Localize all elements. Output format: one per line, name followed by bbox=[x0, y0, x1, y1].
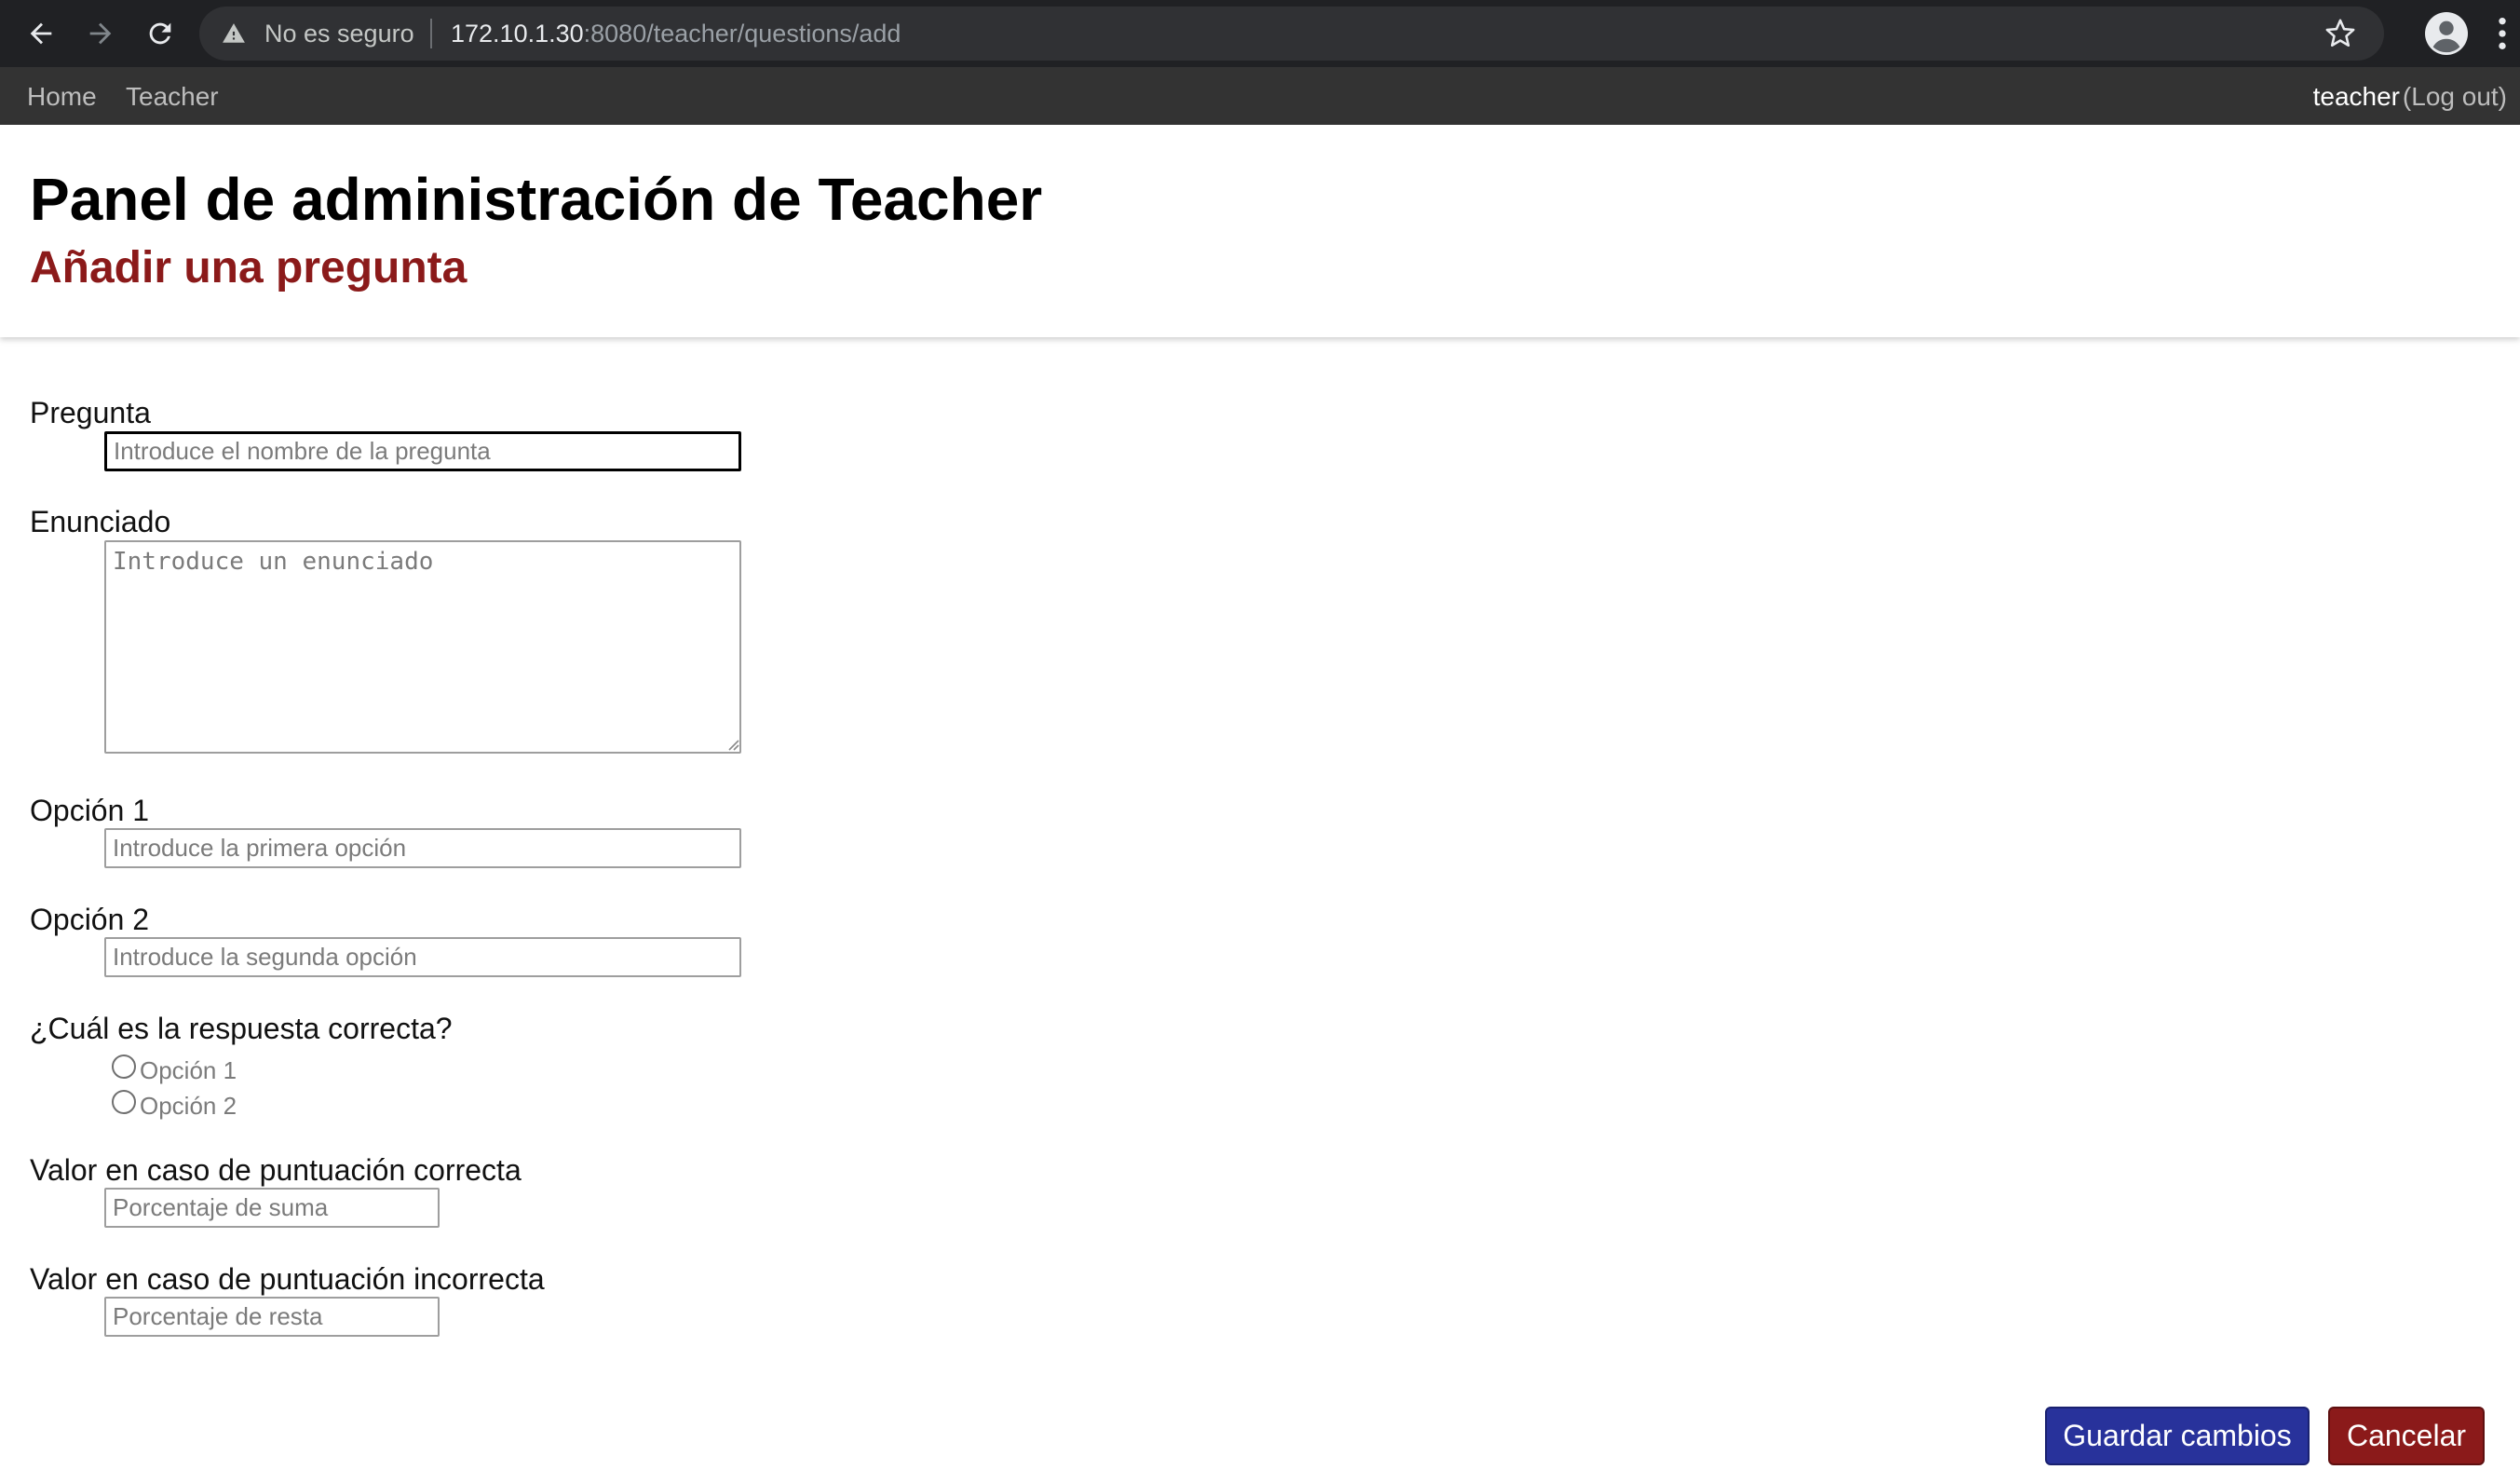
option1-label: Opción 1 bbox=[30, 794, 150, 827]
url-text[interactable]: 172.10.1.30:8080/teacher/questions/add bbox=[451, 20, 901, 48]
cancel-button[interactable]: Cancelar bbox=[2328, 1407, 2485, 1465]
radio-button[interactable] bbox=[112, 1054, 136, 1079]
browser-toolbar: No es seguro 172.10.1.30:8080/teacher/qu… bbox=[0, 0, 2520, 67]
bookmark-star-icon[interactable] bbox=[2324, 18, 2356, 49]
page-title: Panel de administración de Teacher bbox=[30, 166, 1043, 233]
url-separator bbox=[430, 19, 432, 48]
url-host: 172.10.1.30 bbox=[451, 20, 584, 48]
address-bar[interactable]: No es seguro 172.10.1.30:8080/teacher/qu… bbox=[199, 7, 2384, 61]
logout-group: (Log out) bbox=[2402, 82, 2507, 111]
correct-option-2[interactable]: Opción 2 bbox=[112, 1088, 237, 1120]
warning-icon[interactable] bbox=[222, 21, 246, 46]
current-user: teacher bbox=[2312, 82, 2400, 111]
nav-home-link[interactable]: Home bbox=[27, 82, 97, 112]
back-button[interactable] bbox=[20, 13, 61, 54]
score-incorrect-input[interactable] bbox=[104, 1297, 440, 1337]
score-correct-label: Valor en caso de puntuación correcta bbox=[30, 1153, 522, 1187]
score-incorrect-label: Valor en caso de puntuación incorrecta bbox=[30, 1262, 545, 1296]
radio-label: Opción 2 bbox=[140, 1092, 237, 1120]
reload-button[interactable] bbox=[140, 13, 181, 54]
page-header: Panel de administración de Teacher Añadi… bbox=[0, 125, 2520, 337]
score-correct-input[interactable] bbox=[104, 1188, 440, 1228]
question-label: Pregunta bbox=[30, 396, 151, 429]
forward-icon bbox=[89, 22, 112, 45]
correct-option-1[interactable]: Opción 1 bbox=[112, 1053, 237, 1084]
url-path: :8080/teacher/questions/add bbox=[583, 20, 901, 48]
correct-answer-label: ¿Cuál es la respuesta correcta? bbox=[30, 1012, 453, 1045]
radio-label: Opción 1 bbox=[140, 1056, 237, 1084]
nav-teacher-link[interactable]: Teacher bbox=[126, 82, 219, 112]
page-subtitle: Añadir una pregunta bbox=[30, 243, 467, 293]
option1-input[interactable] bbox=[104, 828, 741, 868]
statement-label: Enunciado bbox=[30, 505, 171, 538]
option2-label: Opción 2 bbox=[30, 903, 150, 936]
security-status[interactable]: No es seguro bbox=[264, 20, 414, 48]
profile-icon[interactable] bbox=[2425, 12, 2468, 55]
kebab-menu-icon[interactable] bbox=[2496, 15, 2509, 52]
back-icon bbox=[30, 22, 52, 45]
resize-grip-icon[interactable] bbox=[725, 736, 739, 751]
reload-icon bbox=[149, 22, 171, 45]
forward-button[interactable] bbox=[80, 13, 121, 54]
logout-link[interactable]: Log out bbox=[2411, 82, 2498, 111]
statement-textarea[interactable] bbox=[104, 540, 741, 754]
save-button[interactable]: Guardar cambios bbox=[2045, 1407, 2310, 1465]
option2-input[interactable] bbox=[104, 937, 741, 977]
question-input[interactable] bbox=[104, 431, 741, 471]
site-navbar: Home Teacher teacher (Log out) bbox=[0, 67, 2520, 125]
radio-button[interactable] bbox=[112, 1090, 136, 1114]
